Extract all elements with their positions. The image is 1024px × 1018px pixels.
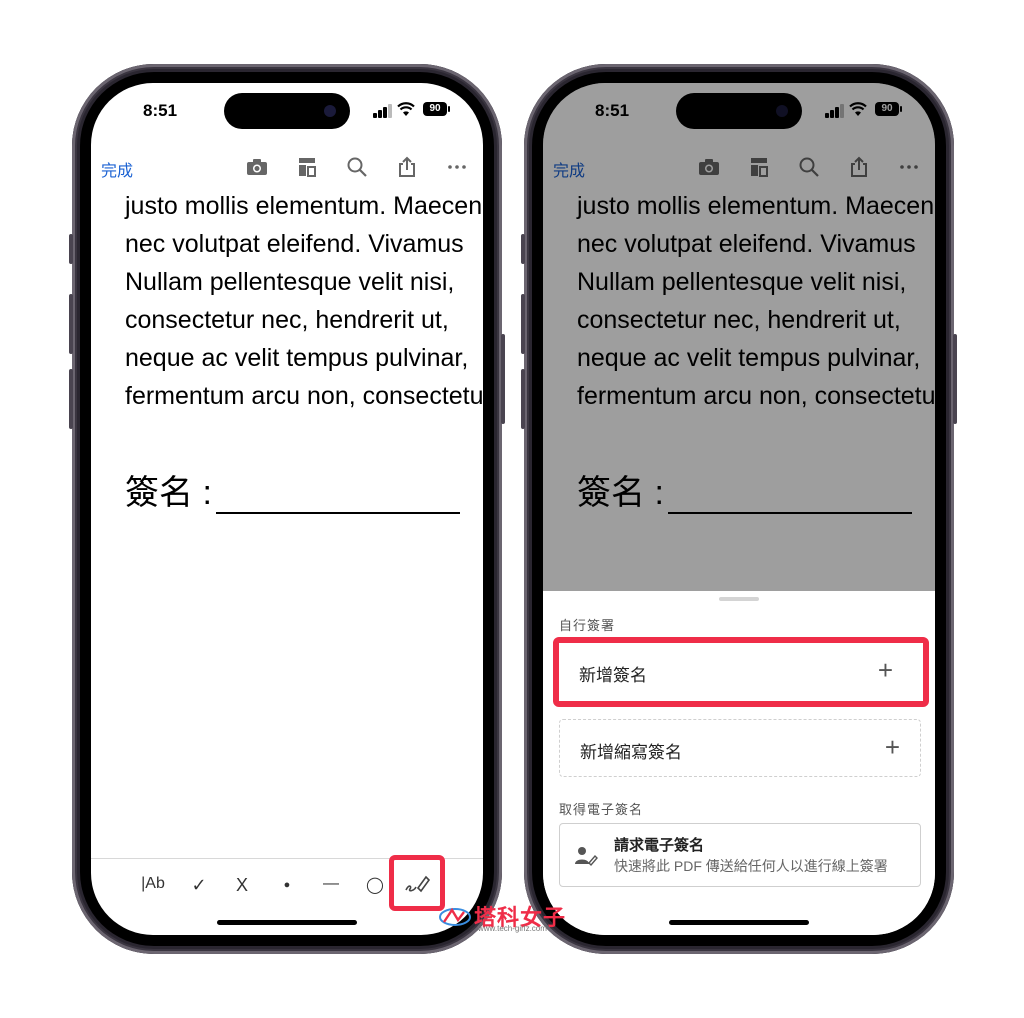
doc-line: fermentum arcu non, consectetur (125, 382, 483, 410)
share-icon[interactable] (395, 155, 419, 179)
status-bar: 8:51 90 (91, 83, 483, 143)
phone-frame-left: 8:51 90 完成 justo mollis elementum. Maece… (69, 64, 505, 954)
signature-field: 簽名 : (125, 465, 460, 514)
signature-label: 簽名 : (125, 474, 212, 512)
plus-icon: + (884, 732, 900, 762)
plus-icon: + (877, 655, 893, 685)
doc-line: justo mollis elementum. Maecenas (125, 192, 483, 220)
done-button[interactable]: 完成 (101, 157, 133, 181)
add-signature-button[interactable]: 新增簽名 + (553, 637, 929, 707)
esign-section-label: 取得電子簽名 (559, 802, 644, 817)
doc-line: nec volutpat eleifend. Vivamus (125, 230, 464, 258)
request-esignature-button[interactable]: 請求電子簽名 快速將此 PDF 傳送給任何人以進行線上簽署 (559, 823, 921, 887)
dim-overlay[interactable] (543, 83, 935, 591)
doc-line: Nullam pellentesque velit nisi, (125, 268, 455, 296)
signature-pen-icon[interactable] (404, 872, 430, 894)
top-toolbar: 完成 (91, 149, 483, 187)
power-button (953, 334, 957, 424)
line-tool-button[interactable]: — (317, 875, 345, 893)
volume-up-button (521, 294, 525, 354)
mute-switch (69, 234, 73, 264)
watermark-url: www.tech-girlz.com (478, 924, 547, 933)
ellipse-tool-button[interactable]: ◯ (361, 875, 389, 895)
add-initials-label: 新增縮寫簽名 (580, 743, 682, 762)
power-button (501, 334, 505, 424)
signature-sheet: 自行簽署 新增簽名 + 新增縮寫簽名 + 取得電子簽名 請求電子簽名 快速將此 … (543, 591, 935, 935)
document-text: justo mollis elementum. Maecenas nec vol… (125, 187, 483, 415)
request-signature-icon (575, 847, 598, 867)
search-icon[interactable] (345, 155, 369, 179)
home-indicator (669, 920, 809, 925)
home-indicator (217, 920, 357, 925)
volume-up-button (69, 294, 73, 354)
add-signature-label: 新增簽名 (579, 666, 647, 685)
self-sign-section-label: 自行簽署 (559, 618, 616, 633)
request-title: 請求電子簽名 (614, 837, 705, 854)
dot-tool-button[interactable]: ● (273, 879, 301, 891)
mute-switch (521, 234, 525, 264)
text-tool-button[interactable]: |Ab (139, 875, 167, 893)
sheet-grabber[interactable] (719, 597, 759, 601)
watermark: 塔科女子 www.tech-girlz.com (438, 900, 588, 934)
status-time: 8:51 (143, 101, 178, 120)
screen-left: 8:51 90 完成 justo mollis elementum. Maece… (91, 83, 483, 935)
phone-frame-right: 8:51 90 完成 justo mollis elementum. Maece… (521, 64, 957, 954)
cellular-signal-icon (373, 104, 393, 118)
screen-right: 8:51 90 完成 justo mollis elementum. Maece… (543, 83, 935, 935)
signature-tool-highlight[interactable] (389, 855, 445, 911)
checkmark-tool-button[interactable]: ✓ (185, 875, 213, 896)
watermark-logo-icon (439, 907, 471, 926)
volume-down-button (521, 369, 525, 429)
more-icon[interactable] (445, 155, 469, 179)
doc-line: consectetur nec, hendrerit ut, (125, 306, 449, 334)
camera-icon[interactable] (245, 155, 269, 179)
add-initials-button[interactable]: 新增縮寫簽名 + (559, 719, 921, 777)
volume-down-button (69, 369, 73, 429)
signature-underline (215, 478, 460, 514)
doc-line: neque ac velit tempus pulvinar, (125, 344, 469, 372)
cross-tool-button[interactable]: X (228, 875, 256, 896)
dynamic-island (224, 93, 350, 129)
request-subtitle: 快速將此 PDF 傳送給任何人以進行線上簽署 (614, 858, 888, 874)
edit-pdf-icon[interactable] (295, 155, 319, 179)
battery-icon: 90 (423, 102, 450, 116)
wifi-icon (397, 102, 415, 116)
